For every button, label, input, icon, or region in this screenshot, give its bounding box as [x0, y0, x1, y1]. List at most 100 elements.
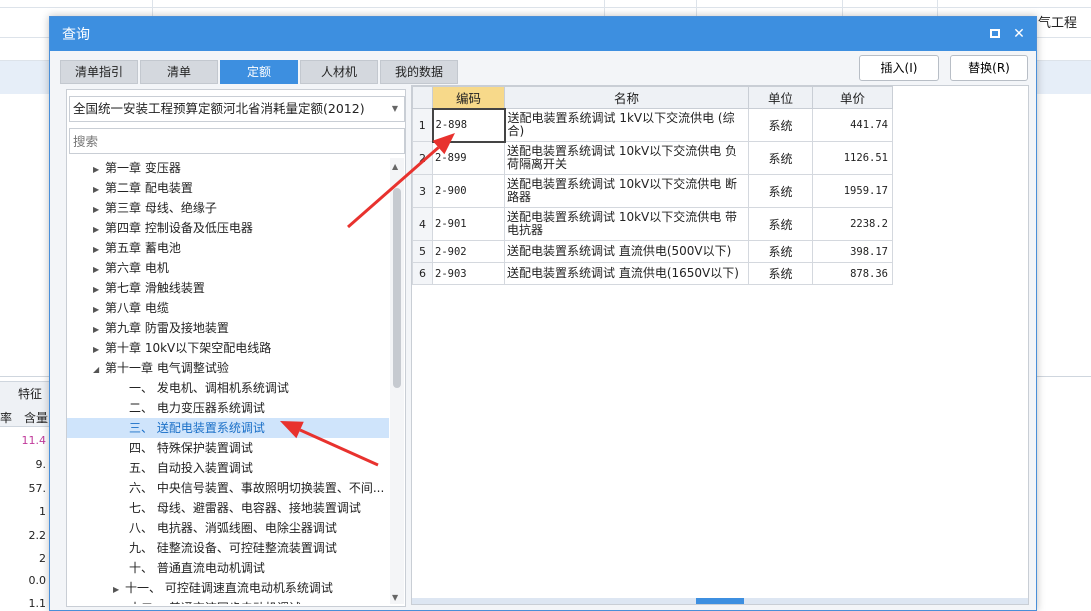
name-cell[interactable]: 送配电装置系统调试 直流供电(500V以下) [504, 240, 749, 263]
tree-item[interactable]: ▶ 第十章 10kV以下架空配电线路 [67, 338, 389, 358]
tree-item[interactable]: ▶ 第八章 电缆 [67, 298, 389, 318]
name-cell[interactable]: 送配电装置系统调试 1kV以下交流供电 (综合) [504, 108, 749, 142]
code-column-header[interactable]: 编码 [432, 86, 505, 109]
price-cell[interactable]: 1959.17 [812, 174, 893, 208]
table-row[interactable]: 3 2-900 送配电装置系统调试 10kV以下交流供电 断路器 系统 1959.17 [412, 174, 893, 208]
table-row[interactable]: 2 2-899 送配电装置系统调试 10kV以下交流供电 负荷隔离开关 系统 1126.… [412, 141, 893, 175]
name-cell[interactable]: 送配电装置系统调试 10kV以下交流供电 负荷隔离开关 [504, 141, 749, 175]
code-cell[interactable]: 2-899 [432, 141, 505, 175]
scroll-down-icon[interactable]: ▼ [392, 593, 398, 602]
code-cell[interactable]: 2-903 [432, 262, 505, 285]
tab-list-guide[interactable]: 清单指引 [60, 60, 138, 84]
price-cell[interactable]: 441.74 [812, 108, 893, 142]
tree-item[interactable]: ◢ 第十一章 电气调整试验 [67, 358, 389, 378]
tab-my-data[interactable]: 我的数据 [380, 60, 458, 84]
code-cell[interactable]: 2-900 [432, 174, 505, 208]
expand-right-icon[interactable]: ▶ [113, 580, 125, 598]
expand-right-icon[interactable]: ▶ [93, 220, 105, 238]
expand-right-icon[interactable]: ▶ [93, 160, 105, 178]
name-column-header[interactable]: 名称 [504, 86, 749, 109]
table-row[interactable]: 1 2-898 送配电装置系统调试 1kV以下交流供电 (综合) 系统 441.74 [412, 107, 893, 143]
tree-item[interactable]: 六、 中央信号装置、事故照明切换装置、不间... [67, 478, 389, 498]
tree-item[interactable]: ▶ 第一章 变压器 [67, 158, 389, 178]
scroll-thumb[interactable] [393, 188, 401, 388]
code-cell[interactable]: 2-902 [432, 240, 505, 263]
tab-materials[interactable]: 人材机 [300, 60, 378, 84]
row-number[interactable]: 3 [412, 174, 433, 208]
price-cell[interactable]: 878.36 [812, 262, 893, 285]
price-column-header[interactable]: 单价 [812, 86, 893, 109]
expand-right-icon[interactable]: ▶ [93, 300, 105, 318]
dialog-titlebar[interactable]: 查询 ✕ [50, 17, 1036, 51]
tree-item[interactable]: 一、 发电机、调相机系统调试 [67, 378, 389, 398]
scroll-up-icon[interactable]: ▲ [392, 162, 398, 171]
unit-cell[interactable]: 系统 [748, 240, 813, 263]
tree-item[interactable]: 十、 普通直流电动机调试 [67, 558, 389, 578]
chapter-tree: ▶ 第一章 变压器 ▶ 第二章 配电装置 ▶ 第三章 母线、绝缘子 ▶ 第四章 控制设备及低压… [67, 158, 389, 604]
tree-item[interactable]: ▶ 第六章 电机 [67, 258, 389, 278]
tab-quota[interactable]: 定额 [220, 60, 298, 84]
name-cell[interactable]: 送配电装置系统调试 10kV以下交流供电 带电抗器 [504, 207, 749, 241]
row-number[interactable]: 4 [412, 207, 433, 241]
tree-item[interactable]: ▶ 第四章 控制设备及低压电器 [67, 218, 389, 238]
row-number[interactable]: 6 [412, 262, 433, 285]
name-cell[interactable]: 送配电装置系统调试 10kV以下交流供电 断路器 [504, 174, 749, 208]
tree-item-label: 二、 电力变压器系统调试 [129, 401, 265, 415]
table-row[interactable]: 4 2-901 送配电装置系统调试 10kV以下交流供电 带电抗器 系统 2238.2 [412, 207, 893, 241]
expand-right-icon[interactable]: ▶ [93, 320, 105, 338]
price-cell[interactable]: 1126.51 [812, 141, 893, 175]
tree-item[interactable]: ▶ 第五章 蓄电池 [67, 238, 389, 258]
expand-right-icon[interactable]: ▶ [93, 260, 105, 278]
expand-right-icon[interactable]: ▶ [93, 340, 105, 358]
expand-right-icon[interactable]: ▶ [93, 280, 105, 298]
price-cell[interactable]: 2238.2 [812, 207, 893, 241]
bg-cell: 11.4 [21, 434, 47, 447]
tree-item[interactable]: ▶ 第九章 防雷及接地装置 [67, 318, 389, 338]
row-number[interactable]: 2 [412, 141, 433, 175]
row-number[interactable]: 5 [412, 240, 433, 263]
price-cell[interactable]: 398.17 [812, 240, 893, 263]
tree-item-selected[interactable]: 三、 送配电装置系统调试 [67, 418, 389, 438]
search-input[interactable] [69, 128, 405, 154]
tree-item[interactable]: 七、 母线、避雷器、电容器、接地装置调试 [67, 498, 389, 518]
unit-column-header[interactable]: 单位 [748, 86, 813, 109]
insert-button[interactable]: 插入(I) [859, 55, 939, 81]
tree-item-label: 第六章 电机 [105, 261, 169, 275]
name-cell[interactable]: 送配电装置系统调试 直流供电(1650V以下) [504, 262, 749, 285]
tree-item[interactable]: 二、 电力变压器系统调试 [67, 398, 389, 418]
unit-cell[interactable]: 系统 [748, 108, 813, 142]
quota-library-select[interactable]: 全国统一安装工程预算定额河北省消耗量定额(2012) ▼ [69, 96, 405, 122]
replace-button[interactable]: 替换(R) [950, 55, 1028, 81]
table-row[interactable]: 5 2-902 送配电装置系统调试 直流供电(500V以下) 系统 398.17 [412, 240, 893, 263]
maximize-icon[interactable] [986, 25, 1004, 43]
tree-item[interactable]: 九、 硅整流设备、可控硅整流装置调试 [67, 538, 389, 558]
tree-item[interactable]: 五、 自动投入装置调试 [67, 458, 389, 478]
tree-scrollbar[interactable]: ▲ ▼ [390, 158, 404, 604]
tab-list[interactable]: 清单 [140, 60, 218, 84]
table-row[interactable]: 6 2-903 送配电装置系统调试 直流供电(1650V以下) 系统 878.36 [412, 262, 893, 285]
unit-cell[interactable]: 系统 [748, 262, 813, 285]
tree-item[interactable]: ▶ 第二章 配电装置 [67, 178, 389, 198]
expand-right-icon[interactable]: ▶ [93, 240, 105, 258]
close-icon[interactable]: ✕ [1010, 25, 1028, 43]
tree-item[interactable]: 四、 特殊保护装置调试 [67, 438, 389, 458]
tree-item[interactable]: ▶ 第七章 滑触线装置 [67, 278, 389, 298]
tree-item[interactable]: ▶ 第三章 母线、绝缘子 [67, 198, 389, 218]
code-cell[interactable]: 2-898 [431, 107, 506, 143]
grid-hscrollbar[interactable] [412, 598, 1028, 604]
expand-right-icon[interactable]: ▶ [93, 180, 105, 198]
chevron-down-icon[interactable]: ▼ [392, 97, 398, 121]
tree-item-label: 第七章 滑触线装置 [105, 281, 205, 295]
hscroll-thumb[interactable] [696, 598, 744, 604]
row-number[interactable]: 1 [412, 108, 433, 142]
expand-down-icon[interactable]: ◢ [93, 360, 105, 378]
tree-item[interactable]: 十二、 普通交流同步电动机调试 [67, 598, 389, 604]
tree-item[interactable]: 八、 电抗器、消弧线圈、电除尘器调试 [67, 518, 389, 538]
unit-cell[interactable]: 系统 [748, 207, 813, 241]
unit-cell[interactable]: 系统 [748, 174, 813, 208]
bg-bottom-tab[interactable]: 特征及 [0, 381, 50, 418]
expand-right-icon[interactable]: ▶ [93, 200, 105, 218]
code-cell[interactable]: 2-901 [432, 207, 505, 241]
tree-item[interactable]: ▶ 十一、 可控硅调速直流电动机系统调试 [67, 578, 389, 598]
unit-cell[interactable]: 系统 [748, 141, 813, 175]
